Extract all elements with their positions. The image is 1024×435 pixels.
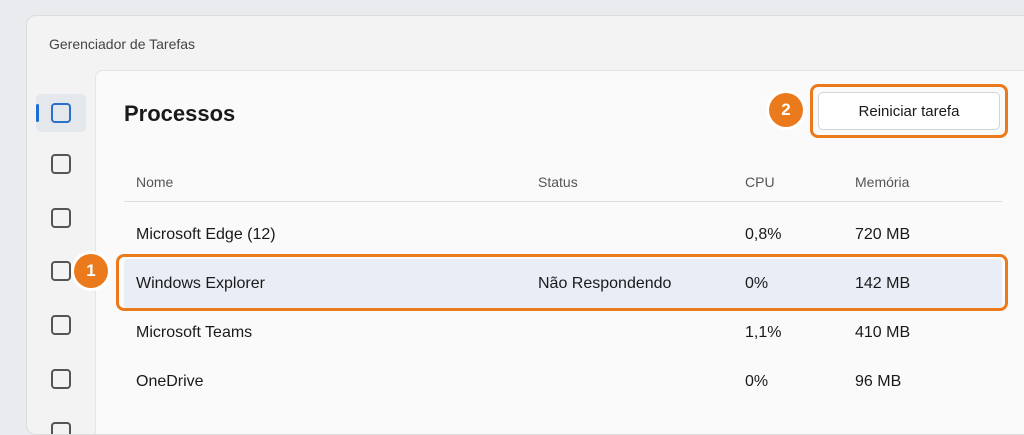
table-header: Nome Status CPU Memória (124, 163, 1002, 202)
square-outline-icon (51, 208, 71, 228)
sidebar-item-6[interactable] (36, 360, 86, 398)
square-outline-icon (51, 261, 71, 281)
restart-button-highlight: Reiniciar tarefa (810, 84, 1008, 138)
square-outline-icon (51, 369, 71, 389)
square-outline-icon (51, 154, 71, 174)
page-title: Processos (124, 101, 236, 126)
square-outline-icon (51, 103, 71, 123)
process-cpu: 1,1% (745, 323, 782, 341)
sidebar (27, 70, 95, 434)
square-outline-icon (51, 315, 71, 335)
sidebar-item-processes[interactable] (36, 94, 86, 132)
process-memory: 96 MB (855, 372, 902, 390)
main-content: Processos Reiniciar tarefa Nome Status C… (95, 70, 1024, 434)
process-cpu: 0% (745, 372, 769, 390)
sidebar-item-5[interactable] (36, 306, 86, 344)
step-badge-1: 1 (74, 254, 108, 288)
active-indicator (36, 104, 39, 122)
process-table: Nome Status CPU Memória Microsoft Edge (… (116, 163, 1008, 406)
header-status[interactable]: Status (538, 163, 578, 201)
sidebar-item-3[interactable] (36, 199, 86, 237)
process-cpu: 0,8% (745, 225, 782, 243)
process-status: Não Respondendo (538, 274, 672, 292)
process-name: Microsoft Edge (12) (136, 225, 276, 243)
restart-task-button[interactable]: Reiniciar tarefa (818, 92, 1000, 130)
square-outline-icon (51, 422, 71, 434)
sidebar-item-7[interactable] (36, 413, 86, 434)
sidebar-item-2[interactable] (36, 145, 86, 183)
task-manager-window: Gerenciador de Tarefas Processos Reinici… (26, 15, 1024, 435)
table-row[interactable]: Microsoft Edge (12) 0,8% 720 MB (124, 210, 1002, 259)
process-name: Microsoft Teams (136, 323, 253, 341)
header-memory[interactable]: Memória (855, 163, 909, 201)
table-row[interactable]: Microsoft Teams 1,1% 410 MB (124, 308, 1002, 357)
header-cpu[interactable]: CPU (745, 163, 775, 201)
window-title: Gerenciador de Tarefas (49, 36, 196, 52)
table-row-selected[interactable]: Windows Explorer Não Respondendo 0% 142 … (116, 254, 1008, 311)
header-name[interactable]: Nome (136, 163, 173, 201)
process-name: OneDrive (136, 372, 204, 390)
process-memory: 720 MB (855, 225, 911, 243)
process-memory: 142 MB (855, 274, 911, 292)
process-memory: 410 MB (855, 323, 911, 341)
step-badge-2: 2 (769, 93, 803, 127)
process-name: Windows Explorer (136, 274, 265, 292)
table-row[interactable]: OneDrive 0% 96 MB (124, 357, 1002, 406)
process-cpu: 0% (745, 274, 769, 292)
